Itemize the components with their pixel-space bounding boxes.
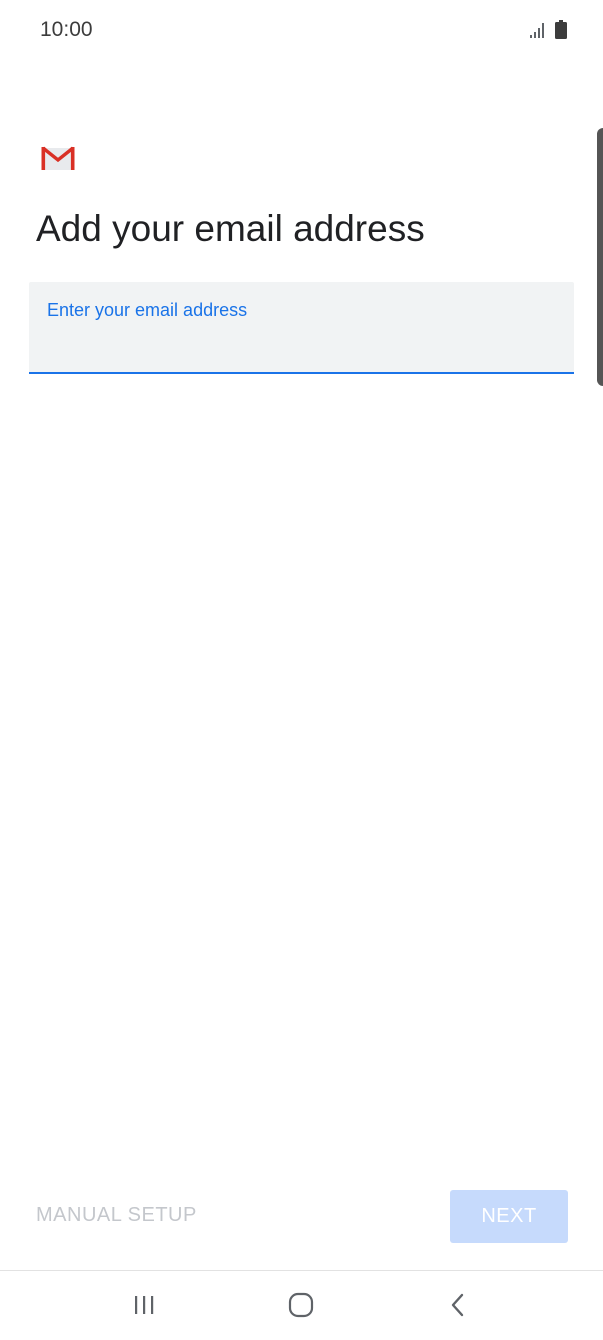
manual-setup-button[interactable]: MANUAL SETUP <box>36 1204 197 1227</box>
signal-icon <box>530 23 544 38</box>
recents-icon <box>135 1296 154 1314</box>
status-bar: 10:00 <box>0 0 603 60</box>
page-title: Add your email address <box>36 208 425 249</box>
screen: 10:00 Add your email address Enter your … <box>0 0 603 1340</box>
email-field-label: Enter your email address <box>47 300 248 320</box>
next-button[interactable]: NEXT <box>450 1190 568 1243</box>
home-icon <box>288 1292 314 1318</box>
email-field[interactable]: Enter your email address <box>29 282 574 374</box>
navigation-bar <box>0 1271 603 1340</box>
gmail-icon <box>41 146 75 170</box>
scroll-indicator[interactable] <box>597 128 603 386</box>
battery-icon <box>555 20 567 39</box>
status-icons <box>529 20 567 39</box>
back-icon <box>451 1293 464 1317</box>
recents-button[interactable] <box>124 1289 164 1321</box>
back-button[interactable] <box>438 1289 478 1321</box>
status-time: 10:00 <box>40 18 93 41</box>
email-input[interactable] <box>47 328 555 364</box>
home-button[interactable] <box>281 1289 321 1321</box>
